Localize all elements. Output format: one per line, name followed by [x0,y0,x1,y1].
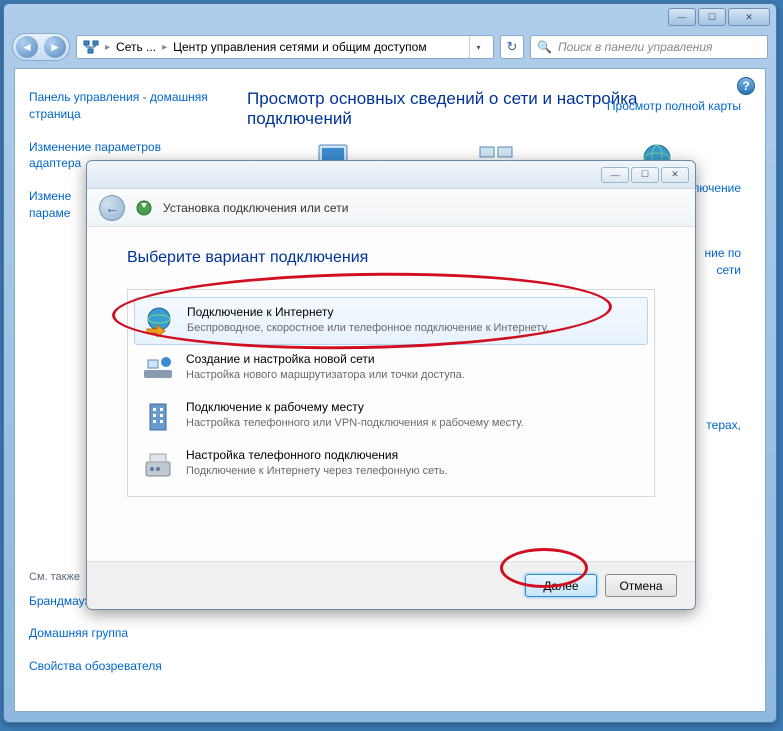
network-icon [83,39,99,55]
breadcrumb-segment[interactable]: Центр управления сетями и общим доступом [173,40,427,54]
dialog-close-button[interactable]: ✕ [661,167,689,183]
maximize-button[interactable]: ☐ [698,8,726,26]
dialog-title: Установка подключения или сети [163,201,348,215]
search-icon: 🔍 [537,40,552,54]
option-setup-network[interactable]: Создание и настройка новой сети Настройк… [128,344,654,392]
address-field[interactable]: ▸ Сеть ... ▸ Центр управления сетями и о… [76,35,494,59]
option-desc: Подключение к Интернету через телефонную… [186,464,640,478]
back-button[interactable]: ◄ [16,36,38,58]
dialog-titlebar: — ☐ ✕ [87,161,695,189]
partial-text: терах, [706,417,741,434]
option-connect-workplace[interactable]: Подключение к рабочему месту Настройка т… [128,392,654,440]
forward-button[interactable]: ► [44,36,66,58]
nav-buttons: ◄ ► [12,33,70,61]
refresh-button[interactable]: ↻ [500,35,524,59]
dialog-header: ← Установка подключения или сети [87,189,695,227]
dialog-heading: Выберите вариант подключения [127,249,655,267]
option-title: Подключение к Интернету [187,305,639,319]
option-desc: Настройка нового маршрутизатора или точк… [186,368,640,382]
titlebar: — ☐ ✕ [4,4,776,30]
wizard-icon [135,199,153,217]
connection-wizard-dialog: — ☐ ✕ ← Установка подключения или сети В… [86,160,696,610]
address-dropdown[interactable]: ▾ [469,36,487,58]
view-full-map-link[interactable]: Просмотр полной карты [607,99,741,113]
router-icon [142,352,174,384]
dialog-maximize-button[interactable]: ☐ [631,167,659,183]
connection-option-list: Подключение к Интернету Беспроводное, ск… [127,289,655,497]
chevron-right-icon: ▸ [162,42,167,53]
option-title: Создание и настройка новой сети [186,352,640,366]
sidebar-link-internet-options[interactable]: Свойства обозревателя [29,658,162,675]
search-input[interactable]: 🔍 Поиск в панели управления [530,35,768,59]
globe-arrow-icon [143,305,175,337]
option-desc: Настройка телефонного или VPN-подключени… [186,416,640,430]
option-title: Подключение к рабочему месту [186,400,640,414]
sidebar-link-home[interactable]: Панель управления - домашняя страница [29,89,209,123]
option-dialup[interactable]: Настройка телефонного подключения Подклю… [128,440,654,488]
close-button[interactable]: ✕ [728,8,770,26]
sidebar-link-homegroup[interactable]: Домашняя группа [29,625,162,642]
modem-icon [142,448,174,480]
dialog-footer: Далее Отмена [87,561,695,609]
back-button[interactable]: ← [99,195,125,221]
dialog-body: Выберите вариант подключения Подключение… [87,227,695,519]
building-icon [142,400,174,432]
option-title: Настройка телефонного подключения [186,448,640,462]
search-placeholder: Поиск в панели управления [558,40,713,54]
cancel-button[interactable]: Отмена [605,574,677,597]
option-desc: Беспроводное, скоростное или телефонное … [187,321,639,335]
minimize-button[interactable]: — [668,8,696,26]
partial-link[interactable]: лючение [692,181,741,195]
option-connect-internet[interactable]: Подключение к Интернету Беспроводное, ск… [134,297,648,345]
chevron-right-icon: ▸ [105,42,110,53]
dialog-minimize-button[interactable]: — [601,167,629,183]
addressbar: ◄ ► ▸ Сеть ... ▸ Центр управления сетями… [12,30,768,64]
breadcrumb-segment[interactable]: Сеть ... [116,40,156,54]
next-button[interactable]: Далее [525,574,597,597]
